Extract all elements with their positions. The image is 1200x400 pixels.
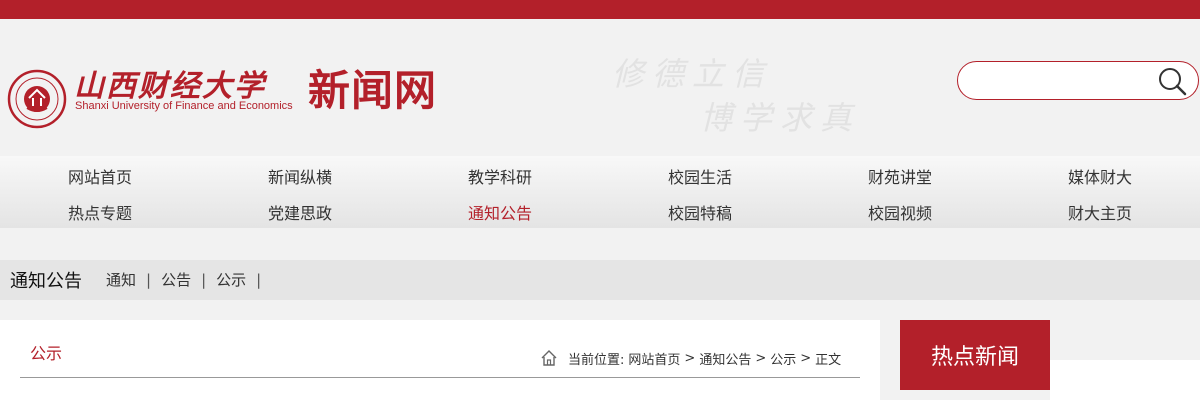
nav-item-home[interactable]: 网站首页 (68, 164, 132, 188)
breadcrumb: 当前位置: 网站首页 > 通知公告 > 公示 > 正文 (540, 348, 845, 368)
search-icon[interactable] (1154, 65, 1190, 97)
separator: | (146, 271, 152, 289)
breadcrumb-notices[interactable]: 通知公告 (699, 349, 751, 368)
section-link-notice[interactable]: 通知 (106, 271, 136, 289)
breadcrumb-current: 正文 (815, 352, 842, 368)
home-icon (541, 350, 557, 366)
breadcrumb-home[interactable]: 网站首页 (628, 349, 680, 368)
divider (20, 377, 860, 378)
university-name-en[interactable]: Shanxi University of Finance and Economi… (75, 100, 293, 112)
section-bar: 通知公告 通知 | 公告 | 公示 | (0, 260, 1200, 300)
search-input[interactable] (974, 70, 1154, 92)
nav-item-lecture[interactable]: 财苑讲堂 (868, 164, 932, 188)
nav-item-university-home[interactable]: 财大主页 (1068, 200, 1132, 224)
site-header: 山西财经大学 Shanxi University of Finance and … (0, 19, 1200, 156)
motto-line-1: 修德立信 (612, 55, 773, 93)
motto-line-2: 博学求真 (700, 99, 861, 137)
nav-item-party[interactable]: 党建思政 (268, 200, 332, 224)
breadcrumb-separator: > (800, 350, 812, 366)
breadcrumb-publicity[interactable]: 公示 (770, 349, 796, 368)
nav-item-topics[interactable]: 热点专题 (68, 200, 132, 224)
university-seal-icon[interactable] (7, 62, 67, 136)
nav-item-campus-life[interactable]: 校园生活 (668, 164, 732, 188)
nav-item-research[interactable]: 教学科研 (468, 164, 532, 188)
nav-item-video[interactable]: 校园视频 (868, 200, 932, 224)
sidebar-panel (1050, 360, 1200, 400)
nav-item-news[interactable]: 新闻纵横 (268, 164, 332, 188)
section-link-publicity[interactable]: 公示 (216, 271, 246, 289)
breadcrumb-label: 当前位置: (568, 352, 625, 368)
section-links: 通知 | 公告 | 公示 | (106, 269, 271, 290)
main-navigation: 网站首页 新闻纵横 教学科研 校园生活 财苑讲堂 媒体财大 热点专题 党建思政 … (0, 156, 1200, 228)
nav-item-media[interactable]: 媒体财大 (1068, 164, 1132, 188)
section-link-announcement[interactable]: 公告 (161, 271, 191, 289)
search-box (957, 61, 1199, 100)
top-brand-bar (0, 0, 1200, 19)
section-title: 通知公告 (10, 271, 82, 292)
hot-news-tab[interactable]: 热点新闻 (900, 320, 1050, 390)
university-name-cn[interactable]: 山西财经大学 (74, 61, 266, 105)
breadcrumb-separator: > (755, 350, 767, 366)
nav-item-notices[interactable]: 通知公告 (468, 200, 532, 224)
separator: | (201, 271, 207, 289)
content-title: 公示 (30, 344, 63, 363)
content-panel: 公示 当前位置: 网站首页 > 通知公告 > 公示 > 正文 (0, 320, 880, 400)
breadcrumb-separator: > (684, 350, 696, 366)
separator: | (256, 271, 262, 289)
nav-item-features[interactable]: 校园特稿 (668, 200, 732, 224)
site-title[interactable]: 新闻网 (308, 57, 437, 118)
